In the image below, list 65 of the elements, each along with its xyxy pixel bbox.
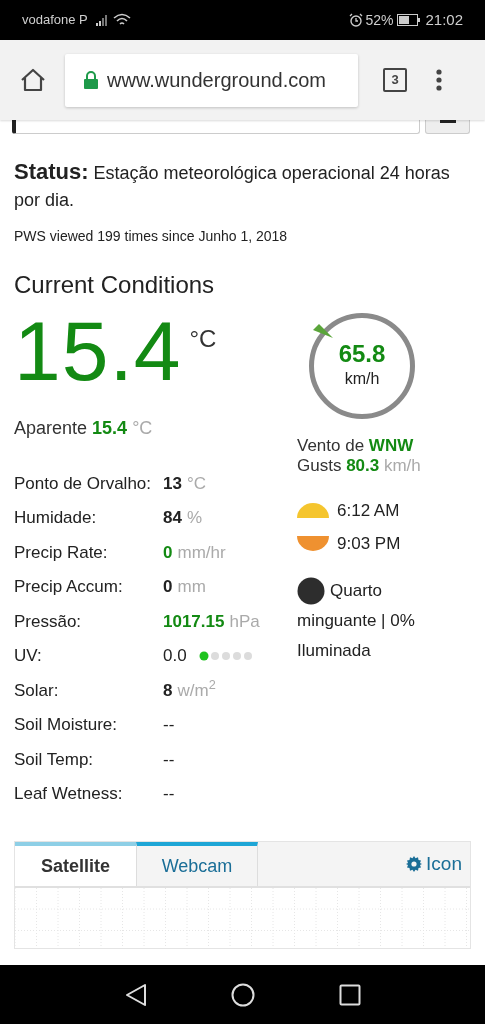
row-label: Ponto de Orvalho: bbox=[14, 472, 153, 495]
row-unit: mm/hr bbox=[177, 541, 226, 564]
dropdown-field[interactable] bbox=[12, 120, 420, 134]
row-value: 0 bbox=[163, 541, 173, 564]
row-label: Precip Rate: bbox=[14, 541, 109, 564]
home-circle-icon[interactable] bbox=[230, 982, 255, 1007]
row-label: Leaf Wetness: bbox=[14, 783, 124, 805]
gusts-text: Gusts 80.3 km/h bbox=[297, 456, 422, 476]
row-label: UV: bbox=[14, 645, 43, 667]
tab-count-button[interactable]: 3 bbox=[383, 68, 407, 92]
sunrise-time: 6:12 AM bbox=[337, 500, 400, 522]
url-text: www.wunderground.com bbox=[107, 68, 326, 93]
tab[interactable]: Webcam bbox=[136, 842, 258, 886]
battery-icon bbox=[397, 14, 422, 26]
gear-icon bbox=[406, 856, 423, 872]
icon-link[interactable]: Icon bbox=[406, 842, 470, 886]
row-value: -- bbox=[163, 783, 175, 805]
lock-icon bbox=[83, 71, 99, 89]
row-value: 1017.15 bbox=[163, 610, 225, 633]
signal-icon bbox=[95, 14, 110, 26]
section-title: Current Conditions bbox=[14, 270, 216, 300]
row-value: -- bbox=[163, 748, 175, 771]
recents-icon[interactable] bbox=[338, 983, 361, 1006]
sunset-icon bbox=[297, 535, 329, 551]
views-text: PWS viewed 199 times since Junho 1, 2018 bbox=[14, 227, 289, 246]
sunset-time: 9:03 PM bbox=[337, 532, 401, 555]
row-unit: mm bbox=[177, 576, 206, 598]
wifi-icon bbox=[112, 13, 131, 27]
wind-speed-unit: km/h bbox=[344, 369, 380, 389]
row-label: Humidade: bbox=[14, 507, 98, 529]
row-label: Precip Accum: bbox=[14, 576, 124, 598]
row-unit: hPa bbox=[229, 610, 260, 633]
row-unit: °C bbox=[186, 472, 206, 495]
moon-phase-text: Quarto bbox=[330, 580, 382, 603]
row-unit: w/m$^{2}$ bbox=[177, 677, 216, 702]
menu-icon[interactable] bbox=[436, 69, 442, 91]
row-label: Pressão: bbox=[14, 610, 83, 633]
row-label: Solar: bbox=[14, 679, 60, 702]
row-unit: % bbox=[186, 507, 203, 529]
row-value: 13 bbox=[163, 472, 182, 495]
row-value: -- bbox=[163, 714, 175, 736]
clock-time: 21:02 bbox=[425, 9, 463, 30]
moon-icon bbox=[297, 577, 325, 605]
row-value: 84 bbox=[163, 507, 182, 529]
home-icon[interactable] bbox=[20, 68, 46, 92]
temperature-unit: °C bbox=[189, 324, 217, 354]
carrier-name: vodafone P bbox=[22, 11, 88, 30]
toggle-button[interactable] bbox=[425, 120, 470, 134]
feels-like-text: Aparente 15.4 °C bbox=[14, 417, 154, 440]
row-value: 8 bbox=[163, 679, 173, 702]
sunrise-icon bbox=[297, 503, 329, 519]
tab[interactable]: Satellite bbox=[15, 842, 136, 886]
row-value: 0.0 bbox=[163, 645, 187, 667]
status-text: Status: Estação meteorológica operacional 24 horas por dia. bbox=[14, 158, 451, 212]
moon-phase-text: minguante | 0% Iluminada bbox=[297, 610, 416, 662]
row-value: 0 bbox=[163, 576, 173, 598]
row-label: Soil Temp: bbox=[14, 748, 95, 771]
wind-speed: 65.8 bbox=[338, 341, 386, 367]
back-icon[interactable] bbox=[124, 982, 147, 1007]
alarm-icon bbox=[349, 13, 364, 27]
row-label: Soil Moisture: bbox=[14, 714, 118, 736]
wind-direction-text: Vento de WNW bbox=[297, 436, 415, 456]
temperature-value: 15.4 bbox=[14, 307, 182, 395]
battery-percent: 52% bbox=[365, 10, 394, 30]
address-bar[interactable]: www.wunderground.com bbox=[65, 53, 358, 107]
